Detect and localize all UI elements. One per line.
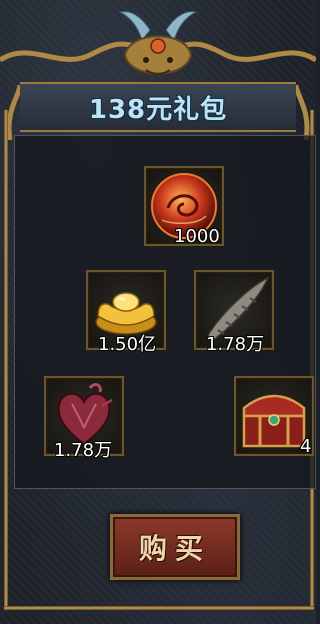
header-ornament: 138元礼包 (0, 0, 316, 141)
gift-pack-panel: 138元礼包 1000 1.50亿 1.78万 1.78万 4 购买 (0, 0, 316, 624)
frame-bottom-border (4, 606, 314, 610)
item-quantity: 1.78万 (206, 334, 265, 355)
buy-button[interactable]: 购买 (110, 514, 240, 580)
buy-button-label: 购买 (138, 532, 211, 565)
item-quantity: 1.78万 (54, 440, 113, 461)
title-banner: 138元礼包 (20, 82, 296, 132)
page-title: 138元礼包 (88, 94, 228, 125)
item-quantity: 1.50亿 (98, 334, 157, 355)
item-quantity: 1000 (174, 226, 220, 247)
item-quantity: 4 (300, 436, 312, 457)
frame-left-border (4, 110, 8, 610)
